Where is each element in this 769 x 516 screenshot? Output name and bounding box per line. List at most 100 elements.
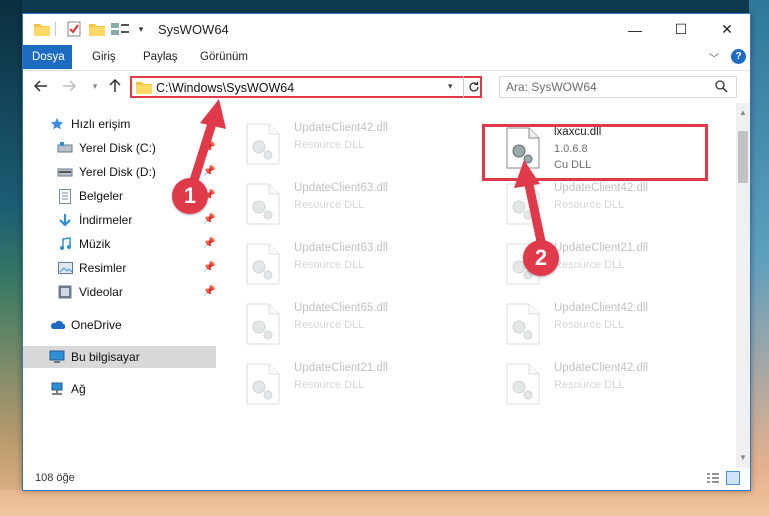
sidebar-item-label: Videolar (79, 285, 123, 299)
sidebar-item-label: Belgeler (79, 189, 124, 203)
dll-file-icon (246, 303, 280, 345)
file-tile[interactable]: UpdateClient42.dll Resource DLL (504, 359, 734, 409)
vertical-scrollbar[interactable]: ▲ ▼ (736, 103, 750, 468)
desktop-background-bottom (0, 490, 769, 516)
maximize-button[interactable]: ☐ (658, 14, 704, 45)
item-count: 108 öğe (35, 472, 75, 484)
file-description: Resource DLL (554, 199, 625, 211)
properties-check-icon[interactable] (66, 20, 82, 38)
file-list: UpdateClient42.dll Resource DLL lxaxcu.d… (216, 103, 736, 468)
file-tile[interactable]: UpdateClient65.dll Resource DLL (244, 299, 474, 349)
pin-icon[interactable]: 📌 (203, 262, 215, 273)
file-description: Resource DLL (294, 199, 365, 211)
star-icon (49, 116, 65, 132)
sidebar-item-label: İndirmeler (79, 213, 133, 227)
details-view-icon[interactable] (706, 472, 720, 489)
sidebar-item-quick-access[interactable]: Hızlı erişim (49, 113, 130, 135)
file-description: Resource DLL (294, 379, 365, 391)
minimize-button[interactable]: — (612, 14, 658, 45)
sidebar-item-pictures[interactable]: Resimler (57, 257, 126, 279)
sidebar-item-documents[interactable]: Belgeler (57, 185, 123, 207)
up-arrow-icon[interactable] (105, 76, 125, 96)
dll-file-icon (246, 363, 280, 405)
scroll-up-arrow-icon[interactable]: ▲ (739, 108, 747, 117)
status-bar: 108 öğe (23, 468, 750, 490)
cloud-icon (49, 317, 65, 333)
scroll-down-arrow-icon[interactable]: ▼ (739, 453, 747, 462)
document-icon (57, 188, 73, 204)
navigation-bar: ▾ C:\Windows\SysWOW64 ▾ (23, 70, 750, 103)
tab-view[interactable]: Görünüm (191, 45, 257, 69)
file-tile[interactable]: UpdateClient63.dll Resource DLL (244, 179, 474, 229)
view-options-icon[interactable] (111, 20, 129, 38)
sidebar-item-network[interactable]: Ağ (49, 378, 86, 400)
sidebar-item-local-disk-d[interactable]: Yerel Disk (D:) (57, 161, 156, 183)
search-icon[interactable] (715, 80, 728, 96)
search-input[interactable] (506, 79, 706, 95)
tiles-view-icon[interactable] (726, 471, 740, 485)
search-box[interactable] (499, 76, 737, 98)
pin-icon[interactable]: 📌 (203, 214, 215, 225)
pin-icon[interactable]: 📌 (203, 286, 215, 297)
scrollbar-thumb[interactable] (738, 131, 748, 183)
file-name: UpdateClient42.dll (554, 362, 648, 374)
file-description: Resource DLL (294, 319, 365, 331)
sidebar-item-music[interactable]: Müzik (57, 233, 110, 255)
file-description: Resource DLL (554, 319, 625, 331)
new-folder-icon[interactable] (89, 20, 105, 38)
window-title: SysWOW64 (158, 22, 229, 37)
file-name: UpdateClient42.dll (554, 302, 648, 314)
file-name: UpdateClient42.dll (294, 122, 388, 134)
sidebar-item-onedrive[interactable]: OneDrive (49, 314, 122, 336)
file-description: Resource DLL (294, 139, 365, 151)
file-description: Resource DLL (294, 259, 365, 271)
video-icon (57, 284, 73, 300)
forward-arrow-icon[interactable] (59, 76, 79, 96)
sidebar-item-label: Müzik (79, 237, 111, 251)
back-arrow-icon[interactable] (31, 76, 51, 96)
sidebar-item-label: Bu bilgisayar (71, 350, 140, 364)
customize-toolbar-chevron-icon[interactable]: ▾ (136, 20, 146, 38)
sidebar-item-downloads[interactable]: İndirmeler (57, 209, 132, 231)
file-tile[interactable]: UpdateClient42.dll Resource DLL (504, 299, 734, 349)
help-icon[interactable]: ? (731, 49, 746, 64)
music-icon (57, 236, 73, 252)
file-tile[interactable]: UpdateClient63.dll Resource DLL (244, 239, 474, 289)
sidebar-item-label: Ağ (71, 382, 86, 396)
expand-ribbon-chevron-icon[interactable]: ﹀ (709, 50, 719, 65)
pin-icon[interactable]: 📌 (203, 238, 215, 249)
file-description: Resource DLL (554, 259, 625, 271)
sidebar-item-videos[interactable]: Videolar (57, 281, 123, 303)
file-tile[interactable]: UpdateClient21.dll Resource DLL (244, 359, 474, 409)
file-name: UpdateClient21.dll (554, 242, 648, 254)
address-folder-icon (136, 80, 152, 97)
sidebar-item-label: Resimler (79, 261, 127, 275)
sidebar-item-label: OneDrive (71, 318, 122, 332)
address-path[interactable]: C:\Windows\SysWOW64 (156, 81, 294, 95)
sidebar-item-local-disk-c[interactable]: Yerel Disk (C:) (57, 137, 156, 159)
tab-share[interactable]: Paylaş (134, 45, 187, 69)
file-name: UpdateClient42.dll (554, 182, 648, 194)
tab-home[interactable]: Giriş (83, 45, 125, 69)
dll-file-icon (506, 303, 540, 345)
refresh-icon[interactable] (463, 76, 484, 98)
step-badge-1: 1 (172, 178, 208, 214)
sidebar-item-label: Hızlı erişim (71, 117, 131, 131)
close-button[interactable]: ✕ (704, 14, 750, 45)
address-dropdown-chevron-icon[interactable]: ▾ (448, 81, 453, 92)
sidebar-item-label: Yerel Disk (C:) (79, 141, 156, 155)
dll-file-icon (246, 183, 280, 225)
file-name: UpdateClient63.dll (294, 182, 388, 194)
sidebar-item-label: Yerel Disk (D:) (79, 165, 156, 179)
file-tile[interactable]: UpdateClient42.dll Resource DLL (244, 119, 474, 169)
sidebar-item-this-pc[interactable]: Bu bilgisayar (23, 346, 216, 368)
tab-file[interactable]: Dosya (23, 45, 72, 69)
title-bar: ▾ SysWOW64 — ☐ ✕ (23, 14, 750, 45)
recent-locations-chevron-icon[interactable]: ▾ (85, 76, 105, 96)
download-icon (57, 212, 73, 228)
file-name: UpdateClient21.dll (294, 362, 388, 374)
folder-icon[interactable] (34, 20, 50, 38)
step-badge-2: 2 (523, 240, 559, 276)
pictures-icon (57, 260, 73, 276)
drive-icon (57, 164, 73, 180)
